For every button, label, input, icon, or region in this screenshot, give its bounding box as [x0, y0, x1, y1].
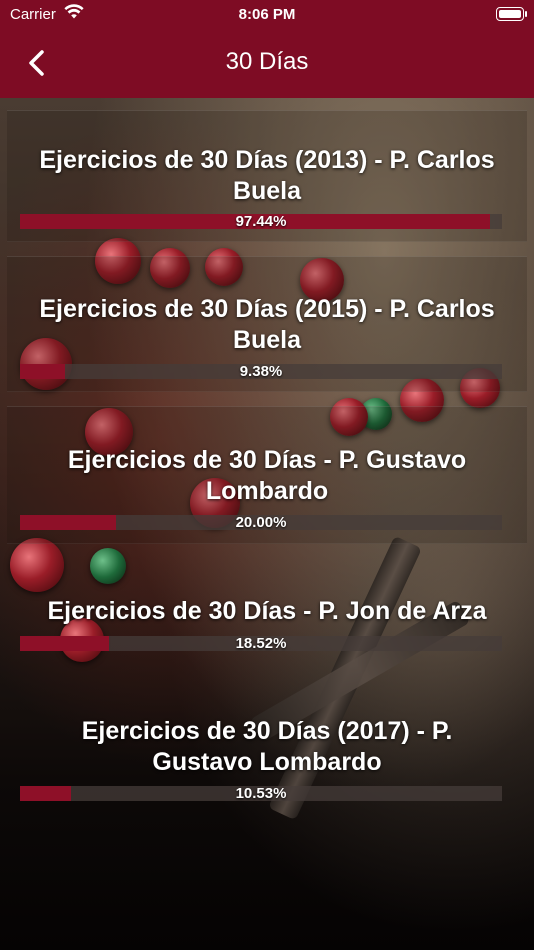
list-item[interactable]: Ejercicios de 30 Días (2013) - P. Carlos…	[7, 110, 527, 242]
progress-label: 10.53%	[235, 785, 287, 802]
status-time: 8:06 PM	[238, 6, 296, 23]
item-title: Ejercicios de 30 Días - P. Jon de Arza	[47, 597, 487, 625]
battery-icon	[496, 7, 527, 21]
list-item[interactable]: Ejercicios de 30 Días - P. Gustavo Lomba…	[7, 406, 527, 544]
progress-label: 18.52%	[235, 635, 287, 652]
navigation-bar: 30 Días	[0, 30, 534, 98]
progress-label: 97.44%	[235, 213, 287, 230]
item-title: Ejercicios de 30 Días - P. Gustavo Lomba…	[67, 446, 467, 505]
list-item[interactable]: Ejercicios de 30 Días - P. Jon de Arza 1…	[7, 560, 527, 666]
list-item[interactable]: Ejercicios de 30 Días (2017) - P. Gustav…	[7, 680, 527, 812]
page-title: 30 Días	[225, 48, 309, 75]
progress-label: 20.00%	[235, 514, 287, 531]
list-item[interactable]: Ejercicios de 30 Días (2015) - P. Carlos…	[7, 256, 527, 392]
item-title: Ejercicios de 30 Días (2017) - P. Gustav…	[81, 717, 453, 776]
status-bar: Carrier 8:06 PM	[0, 0, 534, 30]
item-title: Ejercicios de 30 Días (2015) - P. Carlos…	[39, 295, 495, 354]
progress-label: 9.38%	[239, 363, 283, 380]
item-title: Ejercicios de 30 Días (2013) - P. Carlos…	[39, 146, 495, 205]
